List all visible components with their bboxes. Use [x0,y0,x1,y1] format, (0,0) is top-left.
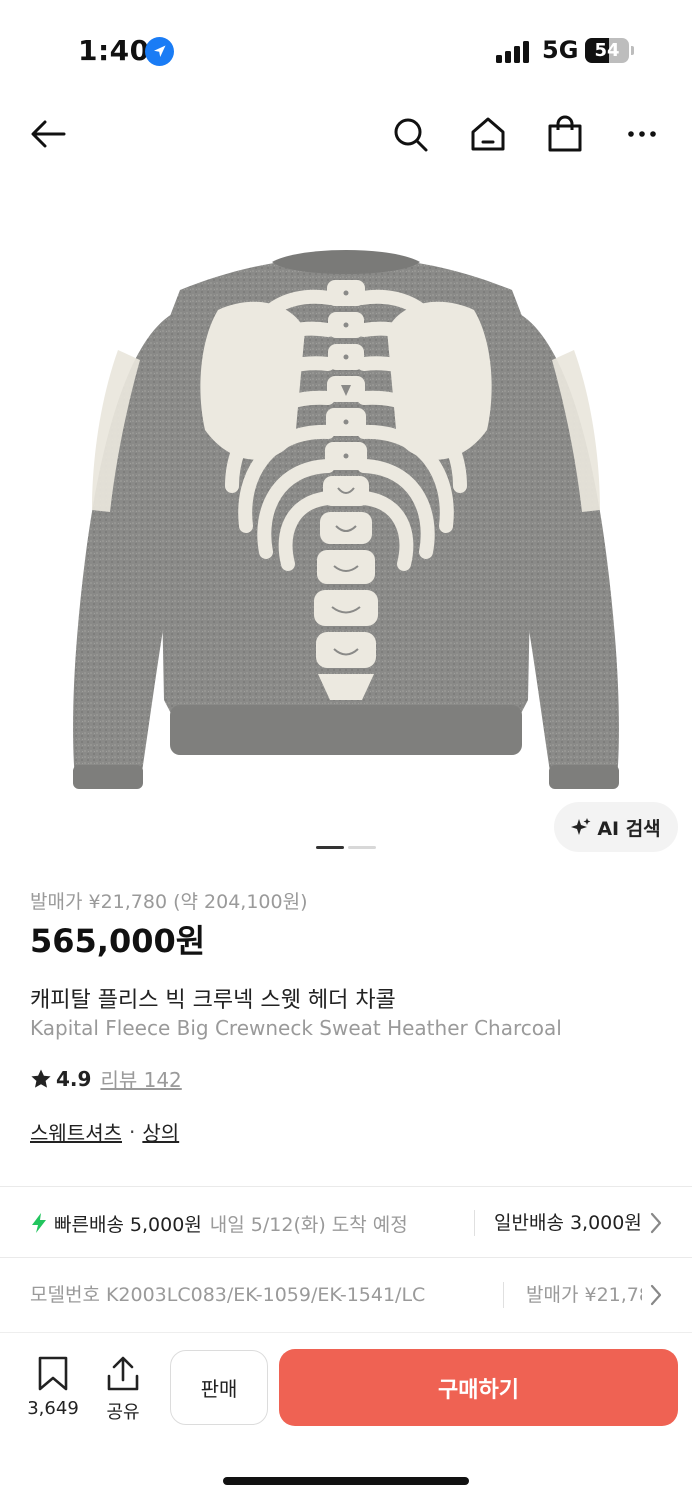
sparkle-icon [571,818,591,835]
more-horizontal-icon [628,131,656,137]
share-button[interactable]: 공유 [100,1356,146,1424]
category-breadcrumb: 스웨트셔츠 · 상의 [30,1117,179,1146]
vertical-divider [503,1282,504,1308]
rating-score: 4.9 [56,1066,92,1091]
arrow-left-icon [31,120,66,148]
fast-shipping-fee: 5,000원 [129,1213,202,1236]
vertical-divider [474,1210,475,1236]
divider [0,1186,692,1187]
model-number: 모델번호 K2003LC083/EK-1059/EK-1541/LC [30,1284,426,1306]
cellular-signal-icon [496,41,532,63]
star-icon [31,1069,51,1088]
network-type: 5G [542,36,579,64]
category-link-tops[interactable]: 상의 [142,1117,179,1146]
shopping-bag-icon [548,115,582,152]
detail-release-price: 발매가 ¥21,780 [526,1284,642,1306]
fast-shipping-label: 빠른배송 [54,1213,124,1236]
ai-search-button[interactable]: AI 검색 [554,802,678,852]
ai-search-label: AI 검색 [597,817,661,840]
status-bar: 1:40 5G 54 [0,0,692,100]
product-image[interactable] [0,180,692,860]
search-icon [394,118,428,152]
normal-shipping-option[interactable]: 일반배송 3,000원 [494,1207,642,1239]
chevron-right-icon[interactable] [649,1284,663,1306]
bookmark-icon [38,1356,68,1391]
share-icon [107,1356,139,1391]
carousel-indicator [348,846,376,849]
home-indicator [223,1477,469,1485]
fast-shipping-eta: 내일 5/12(화) 도착 예정 [209,1213,408,1236]
divider [0,1257,692,1258]
battery-level: 54 [594,40,620,61]
buy-button[interactable]: 구매하기 [279,1349,678,1426]
release-price: 발매가 ¥21,780 (약 204,100원) [30,891,308,913]
location-arrow-icon [145,37,174,66]
cart-button[interactable] [543,112,587,156]
rating-row: 4.9 리뷰 142 [30,1064,182,1093]
back-button[interactable] [26,112,70,156]
sell-button[interactable]: 판매 [170,1350,268,1425]
status-time: 1:40 [78,34,150,67]
share-label: 공유 [106,1402,140,1423]
category-separator: · [129,1119,136,1144]
carousel-indicator-active [316,846,344,849]
product-name-english: Kapital Fleece Big Crewneck Sweat Heathe… [30,1016,562,1040]
save-count: 3,649 [27,1398,79,1419]
review-link[interactable]: 리뷰 142 [100,1064,181,1093]
save-button[interactable]: 3,649 [22,1356,84,1419]
home-icon [471,117,505,151]
lightning-bolt-icon [32,1213,46,1233]
product-price: 565,000원 [30,922,206,960]
battery-cap [631,46,634,55]
category-link-sweatshirt[interactable]: 스웨트셔츠 [30,1117,122,1146]
more-button[interactable] [620,112,664,156]
chevron-right-icon[interactable] [649,1212,663,1234]
product-name-korean: 캐피탈 플리스 빅 크루넥 스웻 헤더 차콜 [30,988,396,1013]
home-button[interactable] [466,112,510,156]
search-button[interactable] [388,112,432,156]
battery-icon: 54 [585,38,629,63]
